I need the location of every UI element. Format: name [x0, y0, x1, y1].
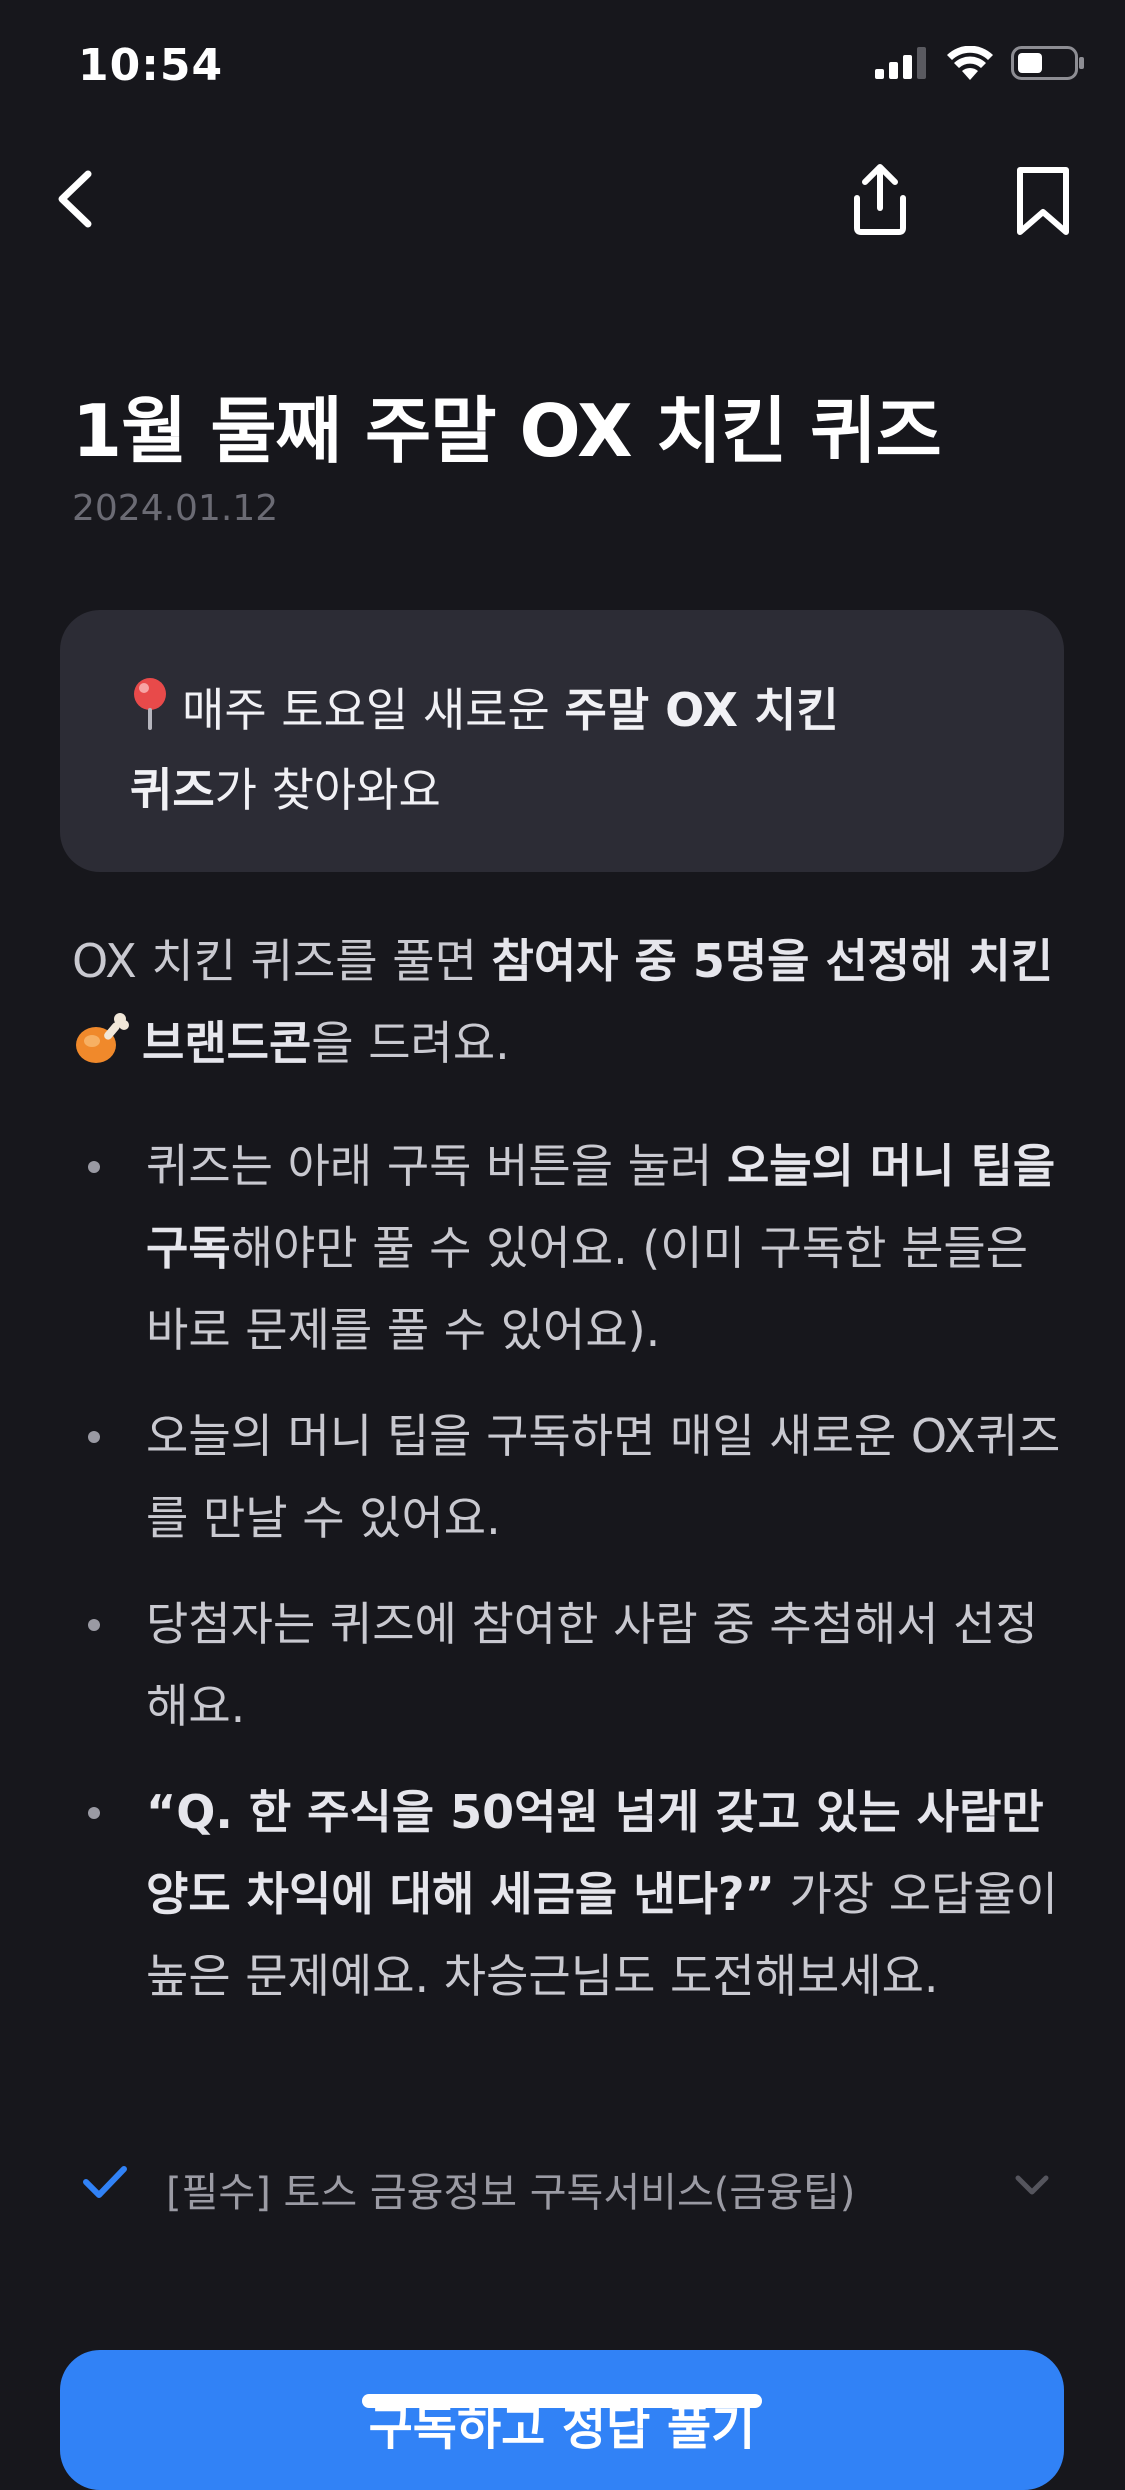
list-item: “Q. 한 주식을 50억원 넘게 갖고 있는 사람만 양도 차익에 대해 세금…: [72, 1771, 1072, 2017]
subscribe-solve-button[interactable]: 구독하고 정답 풀기: [60, 2350, 1064, 2490]
bullet-text: 퀴즈는 아래 구독 버튼을 눌러: [146, 1139, 727, 1193]
chicken-leg-icon: [76, 1013, 129, 1063]
status-icons: [875, 46, 1085, 80]
intro-paragraph: OX 치킨 퀴즈를 풀면 참여자 중 5명을 선정해 치킨 브랜드콘을 드려요.: [72, 920, 1072, 1084]
bullet-dot: [88, 1807, 100, 1819]
bullet-dot: [88, 1431, 100, 1443]
home-indicator: [362, 2394, 762, 2408]
status-time: 10:54: [78, 40, 224, 91]
list-item: 오늘의 머니 팁을 구독하면 매일 새로운 OX퀴즈를 만날 수 있어요.: [72, 1395, 1072, 1559]
notice-card: 매주 토요일 새로운 주말 OX 치킨 퀴즈가 찾아와요: [60, 610, 1064, 872]
article-date: 2024.01.12: [72, 488, 279, 529]
intro-text-bold: 참여자 중 5명을 선정해 치킨: [491, 934, 1054, 988]
consent-label: [필수] 토스 금융정보 구독서비스(금융팁): [166, 2170, 856, 2216]
status-bar: 10:54: [0, 0, 1125, 138]
chevron-down-icon[interactable]: [1012, 2170, 1052, 2200]
consent-row[interactable]: [필수] 토스 금융정보 구독서비스(금융팁): [80, 2150, 1070, 2230]
chevron-left-icon: [58, 170, 92, 228]
back-button[interactable]: [48, 162, 108, 232]
signal-icon: [875, 47, 926, 79]
notice-text-pre: 매주 토요일 새로운: [182, 683, 565, 737]
bullet-text: 당첨자는 퀴즈에 참여한 사람 중 추첨해서 선정해요.: [146, 1597, 1038, 1733]
notice-text-post: 가 찾아와요: [214, 763, 441, 817]
bullet-text: 오늘의 머니 팁을 구독하면 매일 새로운 OX퀴즈를 만날 수 있어요.: [146, 1409, 1061, 1545]
battery-icon: [1011, 46, 1084, 80]
share-button[interactable]: [845, 160, 915, 240]
list-item: 퀴즈는 아래 구독 버튼을 눌러 오늘의 머니 팁을 구독해야만 풀 수 있어요…: [72, 1125, 1072, 1371]
check-icon[interactable]: [80, 2162, 130, 2202]
nav-bar: [0, 150, 1125, 250]
bullet-text: 해야만 풀 수 있어요. (이미 구독한 분들은 바로 문제를 풀 수 있어요)…: [146, 1221, 1029, 1357]
notice-text: 매주 토요일 새로운 주말 OX 치킨 퀴즈가 찾아와요: [130, 670, 890, 830]
list-item: 당첨자는 퀴즈에 참여한 사람 중 추첨해서 선정해요.: [72, 1583, 1072, 1747]
bookmark-icon: [1017, 167, 1069, 235]
intro-text-post: 을 드려요.: [311, 1016, 510, 1070]
bookmark-button[interactable]: [1008, 160, 1078, 240]
page-title: 1월 둘째 주말 OX 치킨 퀴즈: [72, 389, 942, 473]
bullet-list: 퀴즈는 아래 구독 버튼을 눌러 오늘의 머니 팁을 구독해야만 풀 수 있어요…: [72, 1125, 1072, 2041]
intro-text-pre: OX 치킨 퀴즈를 풀면: [72, 934, 492, 988]
pin-icon: [134, 678, 166, 730]
share-icon: [854, 164, 906, 235]
intro-text-bold2: 브랜드콘: [142, 1016, 312, 1070]
bullet-dot: [88, 1619, 100, 1631]
bullet-dot: [88, 1161, 100, 1173]
wifi-icon: [947, 46, 993, 80]
